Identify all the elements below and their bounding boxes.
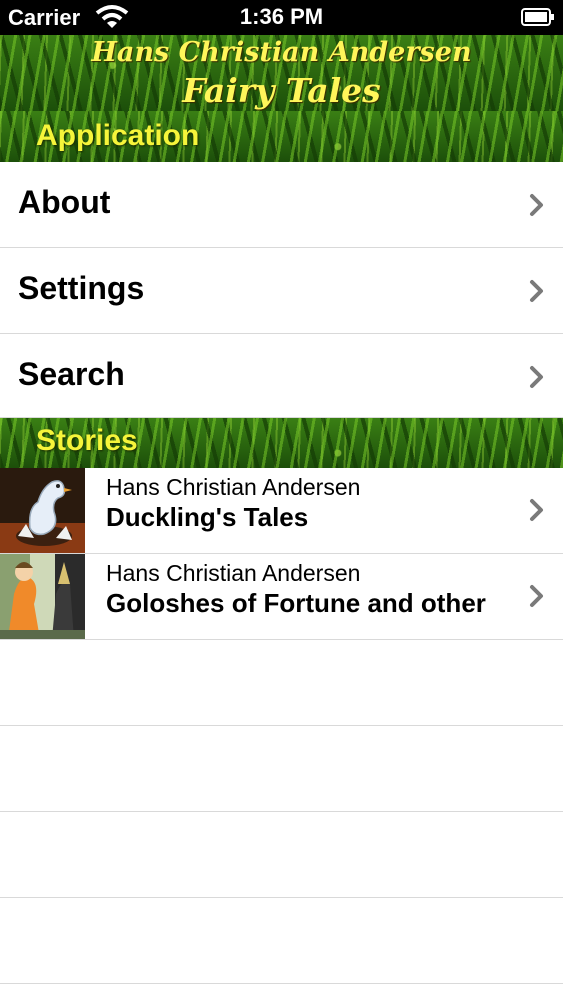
- chevron-right-icon: [530, 194, 543, 216]
- section-title-stories: Stories: [36, 424, 138, 457]
- status-bar: Carrier 1:36 PM: [0, 0, 563, 35]
- story-title: Goloshes of Fortune and other: [106, 588, 486, 618]
- banner-author: Hans Christian Andersen: [91, 37, 472, 68]
- story-title: Duckling's Tales: [106, 502, 309, 532]
- chevron-right-icon: [530, 280, 543, 302]
- empty-table-row: [0, 898, 563, 984]
- chevron-right-icon: [530, 366, 543, 388]
- story-item-ducklings-tales[interactable]: Hans Christian Andersen Duckling's Tales: [0, 468, 563, 554]
- duckling-thumbnail: [0, 468, 85, 553]
- chevron-right-icon: [530, 585, 543, 607]
- menu-item-label: Search: [18, 356, 125, 392]
- section-header-application: Application: [0, 111, 563, 162]
- section-header-stories: Stories: [0, 418, 563, 468]
- section-title-application: Application: [36, 119, 200, 152]
- battery-icon: [521, 8, 554, 26]
- app-banner: Hans Christian Andersen Fairy Tales: [0, 35, 563, 111]
- menu-item-settings[interactable]: Settings: [0, 248, 563, 334]
- banner-title: Fairy Tales: [182, 71, 381, 110]
- status-time: 1:36 PM: [239, 4, 324, 29]
- menu-item-label: Settings: [18, 270, 145, 306]
- empty-table-row: [0, 812, 563, 898]
- story-item-goloshes-of-fortune[interactable]: Hans Christian Andersen Goloshes of Fort…: [0, 554, 563, 640]
- menu-item-about[interactable]: About: [0, 162, 563, 248]
- story-author: Hans Christian Andersen: [106, 560, 361, 586]
- empty-table-row: [0, 640, 563, 726]
- empty-table-row: [0, 726, 563, 812]
- chevron-right-icon: [530, 499, 543, 521]
- goloshes-thumbnail: [0, 554, 85, 639]
- menu-item-search[interactable]: Search: [0, 334, 563, 418]
- menu-item-label: About: [18, 184, 111, 220]
- story-author: Hans Christian Andersen: [106, 474, 361, 500]
